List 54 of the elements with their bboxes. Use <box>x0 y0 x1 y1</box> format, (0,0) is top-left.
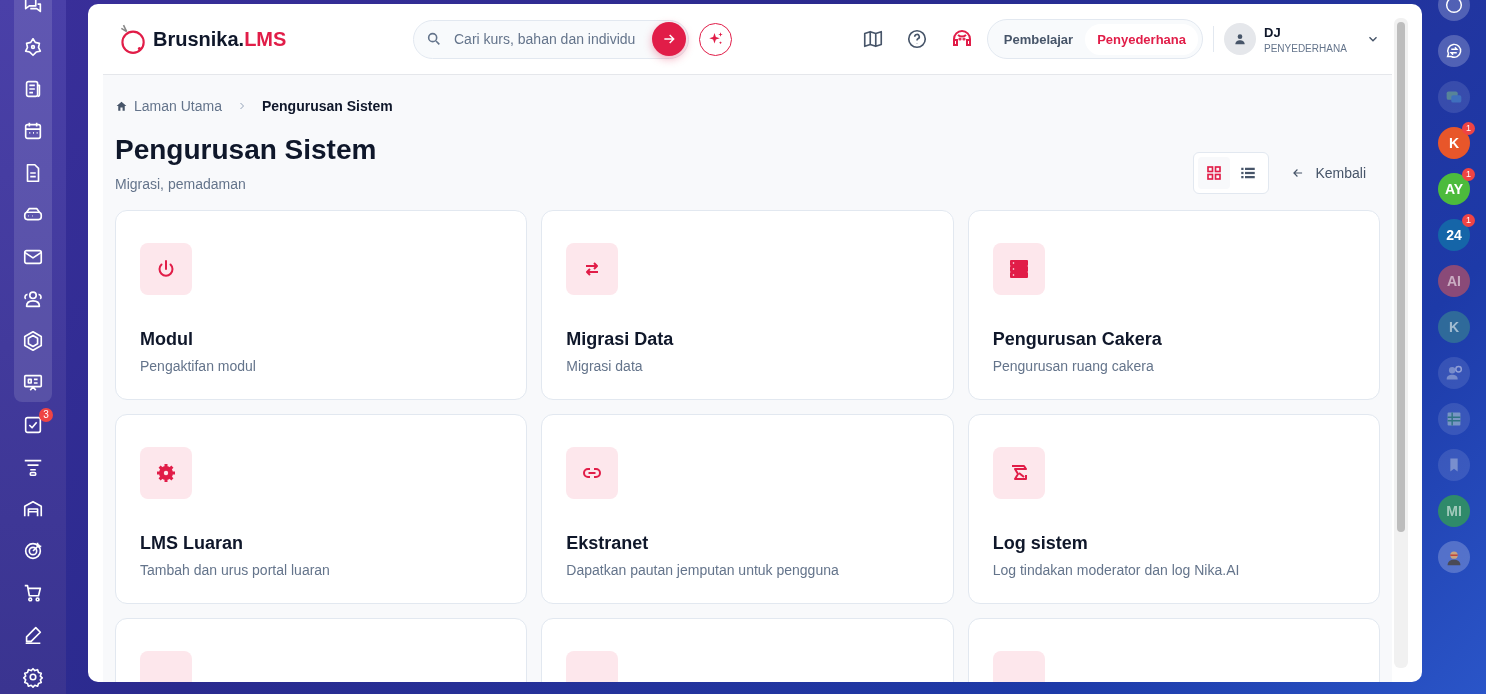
card-description: Migrasi data <box>566 358 644 374</box>
chat-arrows-icon[interactable] <box>1438 35 1470 67</box>
page-subtitle: Migrasi, pemadaman <box>115 176 247 192</box>
messages-icon[interactable] <box>1438 81 1470 113</box>
page-title: Pengurusan Sistem <box>115 134 377 166</box>
card-description: Log tindakan moderator dan log Nika.AI <box>992 562 1241 578</box>
card-title: LMS Luaran <box>140 533 244 554</box>
grid-view-button[interactable] <box>1198 157 1231 189</box>
card-description: Pengaktifan modul <box>140 358 257 374</box>
notification-badge: 1 <box>1462 122 1475 135</box>
app-logo-text: Brusnika.LMS <box>153 27 287 51</box>
grid-icon <box>1205 164 1224 182</box>
gear-icon <box>140 447 192 499</box>
card-description: Dapatkan pautan jemputan untuk pengguna <box>566 562 840 578</box>
notification-badge: 1 <box>1462 168 1475 181</box>
bookmark-icon[interactable] <box>1438 449 1470 481</box>
settings-card[interactable]: LMS Luaran Tambah dan urus portal luaran <box>115 414 528 604</box>
role-tab[interactable]: Penyederhana <box>1085 23 1198 55</box>
search-icon <box>426 31 442 47</box>
user-avatar-icon[interactable] <box>1438 541 1470 573</box>
swap-icon <box>566 243 619 295</box>
user-role: PENYEDERHANA <box>1264 42 1348 54</box>
notification-badge: 1 <box>1462 214 1475 227</box>
link-icon <box>566 447 619 499</box>
server-icon <box>992 243 1045 295</box>
card-title: Modul <box>140 329 194 350</box>
card-description: Tambah dan urus portal luaran <box>140 562 331 578</box>
card-title: Ekstranet <box>566 533 650 554</box>
search-field[interactable]: Cari kurs, bahan dan individu <box>413 19 689 59</box>
settings-card[interactable]: Log sistem Log tindakan moderator dan log Nika.AI <box>967 414 1380 604</box>
card-description: Pengurusan ruang cakera <box>992 358 1155 374</box>
settings-card[interactable]: Ekstranet Dapatkan pautan jemputan untuk pengguna <box>541 414 954 604</box>
card-title: Migrasi Data <box>566 329 675 350</box>
card-title: Pengurusan Cakera <box>992 329 1163 350</box>
breadcrumb-link[interactable]: Laman Utama <box>134 98 222 114</box>
power-icon <box>140 243 192 295</box>
settings-card[interactable]: Modul Pengaktifan modul <box>115 210 528 400</box>
role-tab[interactable]: Pembelajar <box>991 23 1086 55</box>
search-input[interactable]: Cari kurs, bahan dan individu <box>452 30 642 48</box>
scrollbar-thumb[interactable] <box>1397 22 1405 532</box>
card-title: Log sistem <box>992 533 1089 554</box>
breadcrumb-current: Pengurusan Sistem <box>261 98 393 114</box>
settings-card[interactable]: Migrasi Data Migrasi data <box>541 210 954 400</box>
home-icon <box>115 99 128 113</box>
ai-sparkle-button[interactable] <box>699 22 732 56</box>
user-avatar-icon[interactable] <box>1224 23 1256 55</box>
search-submit-button[interactable] <box>652 22 686 56</box>
notification-badge: 3 <box>39 408 53 422</box>
log-icon <box>992 447 1045 499</box>
table-icon[interactable] <box>1438 403 1470 435</box>
contact-icon[interactable] <box>1438 357 1470 389</box>
settings-card[interactable]: Pengurusan Cakera Pengurusan ruang cakera <box>967 210 1380 400</box>
user-name: DJ <box>1264 24 1282 40</box>
back-link[interactable]: Kembali <box>1291 165 1366 181</box>
